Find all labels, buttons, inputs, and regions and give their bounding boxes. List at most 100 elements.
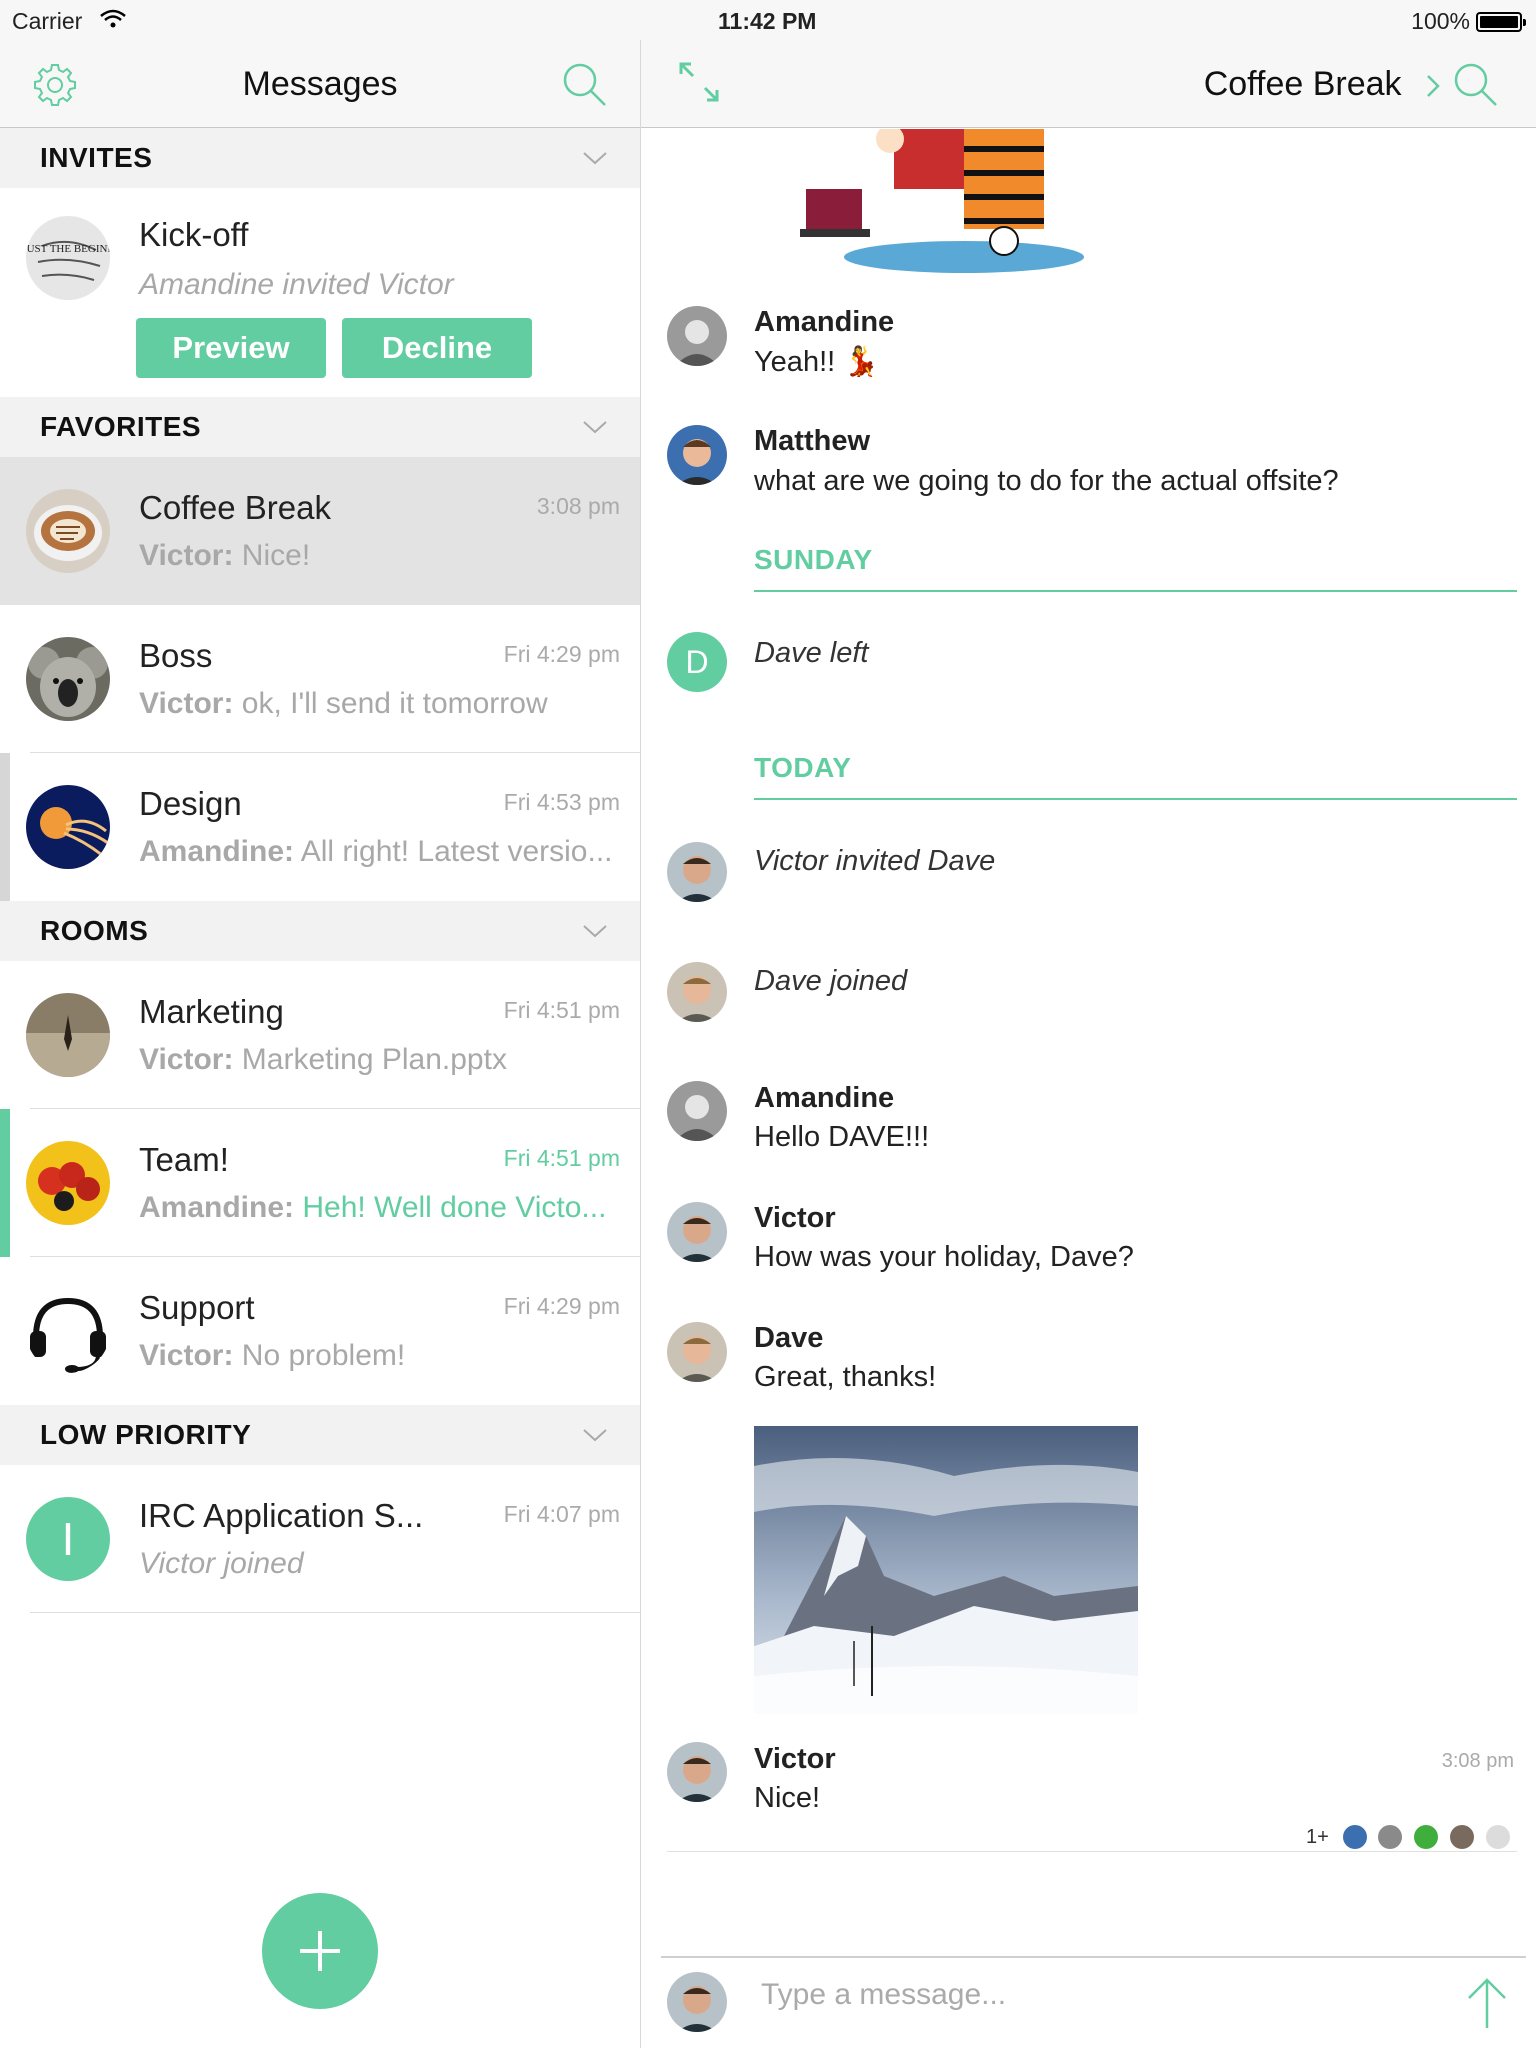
date-label: TODAY xyxy=(754,752,852,783)
message-body: Hello DAVE!!! xyxy=(754,1121,930,1153)
message-divider xyxy=(667,1851,1517,1852)
right-navbar: Coffee Break xyxy=(641,40,1536,128)
new-room-button[interactable] xyxy=(262,1893,378,2009)
plus-icon xyxy=(300,1931,340,1971)
room-avatar-marketing xyxy=(26,993,110,1077)
room-item-design[interactable]: Design Fri 4:53 pm Amandine: All right! … xyxy=(0,753,640,901)
avatar-victor[interactable] xyxy=(667,1202,727,1262)
room-timestamp: Fri 4:07 pm xyxy=(503,1501,620,1527)
section-label: ROOMS xyxy=(40,915,149,946)
room-item-marketing[interactable]: Marketing Fri 4:51 pm Victor: Marketing … xyxy=(0,961,640,1109)
room-last-message: Victor: Marketing Plan.pptx xyxy=(139,1043,619,1077)
message-sender: Amandine xyxy=(754,306,895,338)
room-avatar-team xyxy=(26,1141,110,1225)
avatar-amandine[interactable] xyxy=(667,1081,727,1141)
room-timestamp: Fri 4:51 pm xyxy=(503,997,620,1023)
preview-sender: Amandine: xyxy=(139,1191,295,1224)
message-image-cartoon[interactable] xyxy=(754,129,1134,277)
membership-event: Victor invited Dave xyxy=(754,845,996,877)
room-timestamp: 3:08 pm xyxy=(536,493,620,519)
preview-text: Marketing Plan.pptx xyxy=(233,1043,507,1076)
avatar-lettering: IT'S JUST THE BEGINNING xyxy=(26,243,110,255)
avatar-victor[interactable] xyxy=(667,842,727,902)
message-body: How was your holiday, Dave? xyxy=(754,1241,1134,1273)
preview-text: Heh! Well done Victo... xyxy=(294,1191,607,1224)
date-separator: SUNDAY xyxy=(754,538,1517,592)
read-receipts[interactable]: 1+ xyxy=(1306,1824,1526,1852)
section-header-favorites[interactable]: FAVORITES xyxy=(0,397,640,457)
section-header-low-priority[interactable]: LOW PRIORITY xyxy=(0,1405,640,1465)
room-item-irc[interactable]: I IRC Application S... Fri 4:07 pm Victo… xyxy=(0,1465,640,1613)
section-header-invites[interactable]: INVITES xyxy=(0,128,640,188)
message-sender: Amandine xyxy=(754,1082,895,1114)
message-body: Yeah!! 💃 xyxy=(754,346,880,378)
avatar-dave-letter[interactable]: D xyxy=(667,632,727,692)
headset-icon xyxy=(26,1289,110,1373)
room-avatar-design xyxy=(26,785,110,869)
room-name: Marketing xyxy=(139,993,284,1030)
message-body: Great, thanks! xyxy=(754,1361,937,1393)
decline-button[interactable]: Decline xyxy=(342,318,532,378)
battery-icon xyxy=(1476,12,1526,32)
room-item-team[interactable]: Team! Fri 4:51 pm Amandine: Heh! Well do… xyxy=(0,1109,640,1257)
section-label: LOW PRIORITY xyxy=(40,1419,252,1450)
room-last-message: Amandine: All right! Latest versio... xyxy=(139,835,619,869)
room-name: Coffee Break xyxy=(139,489,332,526)
invite-room-name: Kick-off xyxy=(139,216,249,253)
avatar-amandine[interactable] xyxy=(667,306,727,366)
left-navbar: Messages xyxy=(0,40,640,128)
room-timestamp: Fri 4:29 pm xyxy=(503,1293,620,1319)
message-body: Nice! xyxy=(754,1782,821,1814)
preview-sender: Amandine: xyxy=(139,835,295,868)
preview-text: No problem! xyxy=(233,1339,406,1372)
room-item-coffee-break[interactable]: Coffee Break 3:08 pm Victor: Nice! xyxy=(0,457,640,605)
room-list-pane: Messages INVITES IT'S JUST THE BEGINNING… xyxy=(0,0,640,2048)
room-title-bar[interactable]: Coffee Break xyxy=(641,40,1441,128)
preview-text: Nice! xyxy=(233,539,311,572)
room-last-message: Victor: No problem! xyxy=(139,1339,619,1373)
send-arrow-icon[interactable] xyxy=(1465,1976,1509,2030)
read-receipts-more: 1+ xyxy=(1306,1826,1329,1848)
page-title: Messages xyxy=(242,65,398,103)
room-name: Design xyxy=(139,785,242,822)
room-name: Support xyxy=(139,1289,255,1326)
room-last-message: Amandine: Heh! Well done Victo... xyxy=(139,1191,619,1225)
clock: 11:42 PM xyxy=(718,8,817,34)
chevron-down-icon xyxy=(583,925,607,938)
preview-button[interactable]: Preview xyxy=(136,318,326,378)
message-image-mountain[interactable] xyxy=(754,1426,1138,1714)
room-last-message: Victor: Nice! xyxy=(139,539,619,573)
message-input[interactable]: Type a message... xyxy=(761,1978,1006,2012)
avatar-victor[interactable] xyxy=(667,1742,727,1802)
message-sender: Matthew xyxy=(754,425,870,457)
room-name: Boss xyxy=(139,637,213,674)
search-icon[interactable] xyxy=(560,60,608,108)
composer-divider xyxy=(661,1956,1526,1958)
battery-percent: 100% xyxy=(1411,8,1470,34)
message-timestamp: 3:08 pm xyxy=(1441,1750,1514,1772)
read-receipt-avatars xyxy=(1343,1825,1510,1849)
room-timestamp: Fri 4:51 pm xyxy=(503,1145,620,1171)
preview-text: All right! Latest versio... xyxy=(294,835,613,868)
avatar-dave[interactable] xyxy=(667,962,727,1022)
room-item-boss[interactable]: Boss Fri 4:29 pm Victor: ok, I'll send i… xyxy=(0,605,640,753)
avatar-dave[interactable] xyxy=(667,1322,727,1382)
chevron-down-icon xyxy=(583,1429,607,1442)
preview-sender: Victor: xyxy=(139,1043,234,1076)
wifi-icon xyxy=(100,9,126,28)
room-detail-pane: Coffee Break Amandine Yeah!! 💃 Matthew w… xyxy=(641,0,1536,2048)
membership-event: Dave joined xyxy=(754,965,908,997)
invite-subtitle: Amandine invited Victor xyxy=(139,268,454,301)
room-unread-marker xyxy=(0,753,10,901)
avatar-matthew[interactable] xyxy=(667,425,727,485)
invite-item-kickoff: IT'S JUST THE BEGINNING Kick-off Amandin… xyxy=(0,188,640,396)
section-header-rooms[interactable]: ROOMS xyxy=(0,901,640,961)
room-last-message: Victor joined xyxy=(139,1547,304,1580)
room-highlight-marker xyxy=(0,1109,10,1257)
room-name: Team! xyxy=(139,1141,229,1178)
room-item-support[interactable]: Support Fri 4:29 pm Victor: No problem! xyxy=(0,1257,640,1405)
room-timestamp: Fri 4:29 pm xyxy=(503,641,620,667)
room-timestamp: Fri 4:53 pm xyxy=(503,789,620,815)
search-icon[interactable] xyxy=(1451,60,1499,108)
section-label: INVITES xyxy=(40,142,153,173)
